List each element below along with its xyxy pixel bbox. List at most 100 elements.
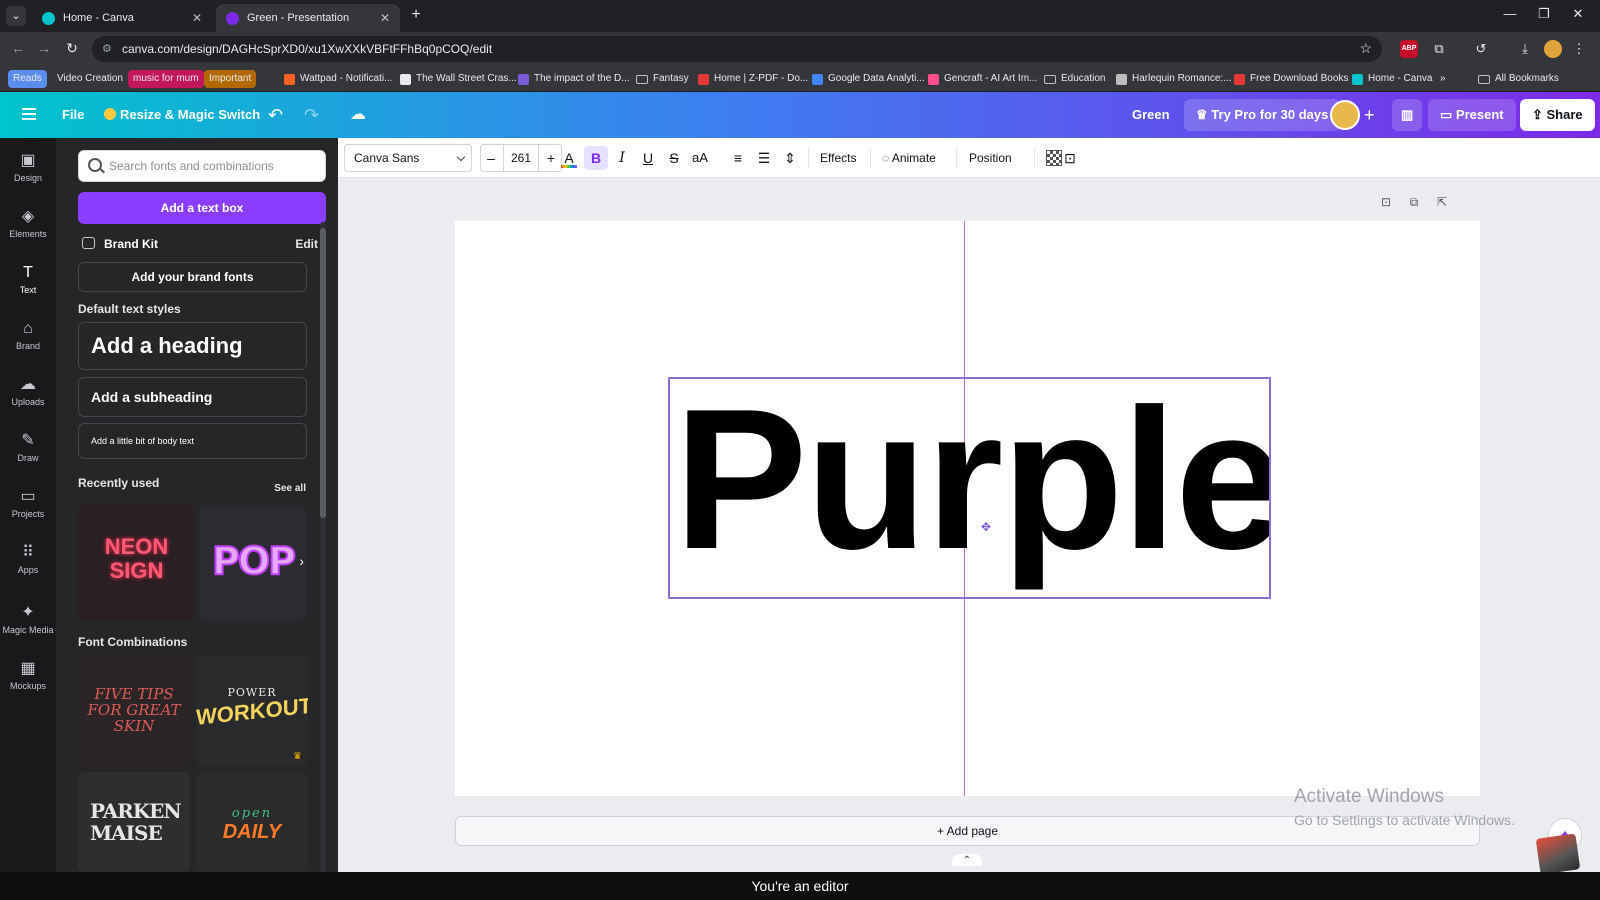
effects-button[interactable]: Effects: [820, 146, 856, 170]
redo-icon[interactable]: ↷: [304, 92, 319, 138]
forward-icon[interactable]: →: [34, 40, 54, 56]
font-search[interactable]: [78, 150, 326, 182]
url-field[interactable]: ⚙ canva.com/design/DAGHcSprXD0/xu1XwXXkV…: [92, 36, 1382, 62]
bookmark-item[interactable]: Education: [1044, 70, 1105, 88]
browser-menu-icon[interactable]: ⋮: [1570, 40, 1588, 58]
file-menu[interactable]: File: [62, 92, 84, 138]
user-avatar[interactable]: [1330, 100, 1360, 130]
font-combo-five-tips[interactable]: FIVE TIPS FOR GREAT SKIN: [78, 656, 190, 766]
bookmark-item[interactable]: music for mum: [128, 70, 204, 88]
present-button[interactable]: ▭ Present: [1428, 99, 1516, 131]
brand-kit-edit-link[interactable]: Edit: [295, 237, 318, 251]
adblock-extension-icon[interactable]: ABP: [1400, 40, 1418, 58]
add-brand-fonts-button[interactable]: Add your brand fonts: [78, 262, 307, 292]
bookmark-item[interactable]: Home | Z-PDF - Do...: [698, 70, 808, 88]
underline-icon[interactable]: U: [636, 146, 660, 170]
letter-case-icon[interactable]: aA: [688, 146, 712, 170]
cloud-save-icon[interactable]: ☁: [350, 92, 366, 138]
bookmark-item[interactable]: Fantasy: [636, 70, 689, 88]
extensions-icon[interactable]: ⧉: [1430, 40, 1448, 58]
pop-template[interactable]: POP ›: [200, 505, 306, 621]
new-tab-icon[interactable]: +: [406, 6, 426, 24]
back-icon[interactable]: ←: [8, 40, 28, 56]
chevron-up-icon[interactable]: ⌃: [952, 854, 982, 866]
window-close-icon[interactable]: ✕: [1568, 6, 1588, 22]
add-collaborator-icon[interactable]: +: [1364, 92, 1375, 138]
bookmark-star-icon[interactable]: ☆: [1359, 40, 1372, 57]
see-all-link[interactable]: See all: [274, 483, 306, 494]
font-combo-power-workout[interactable]: POWER WORKOUT ♛: [196, 656, 308, 766]
align-center-icon[interactable]: ≡: [726, 146, 750, 170]
restore-icon[interactable]: ❐: [1534, 6, 1554, 22]
reload-icon[interactable]: ↻: [62, 40, 82, 57]
list-icon[interactable]: ☰: [752, 146, 776, 170]
bookmark-item[interactable]: Reads: [8, 70, 47, 88]
rail-item-mockups[interactable]: ▦ Mockups: [0, 652, 56, 704]
try-pro-button[interactable]: ♛ Try Pro for 30 days: [1184, 99, 1341, 131]
close-icon[interactable]: ✕: [192, 11, 202, 25]
rail-item-text[interactable]: T Text: [0, 256, 56, 308]
bookmark-item[interactable]: The impact of the D...: [518, 70, 630, 88]
add-page-icon[interactable]: ⇱: [1434, 194, 1450, 210]
profile-avatar[interactable]: [1544, 40, 1562, 58]
resize-magic-switch-button[interactable]: Resize & Magic Switch: [104, 92, 260, 138]
rail-item-apps[interactable]: ⠿ Apps: [0, 536, 56, 588]
rail-item-draw[interactable]: ✎ Draw: [0, 424, 56, 476]
design-title[interactable]: Green: [1132, 92, 1170, 138]
rail-item-magic-media[interactable]: ✦ Magic Media: [0, 596, 56, 648]
history-icon[interactable]: ↺: [1472, 40, 1490, 58]
selected-text-box[interactable]: Purple: [668, 377, 1271, 599]
slide-text[interactable]: Purple: [674, 379, 1269, 595]
share-button[interactable]: ⇪ Share: [1520, 99, 1595, 131]
rail-item-projects[interactable]: ▭ Projects: [0, 480, 56, 532]
lock-page-icon[interactable]: ⊡: [1378, 194, 1394, 210]
text-color-icon[interactable]: A: [557, 146, 581, 170]
font-size-input[interactable]: 261: [503, 145, 539, 171]
bookmark-item[interactable]: Video Creation: [52, 70, 128, 88]
lock-icon[interactable]: ⊡: [1058, 146, 1082, 170]
bookmark-item[interactable]: The Wall Street Cras...: [400, 70, 517, 88]
add-subheading-button[interactable]: Add a subheading: [78, 377, 307, 417]
spacing-icon[interactable]: ⇕: [778, 146, 802, 170]
italic-icon[interactable]: I: [610, 146, 634, 170]
undo-icon[interactable]: ↶: [268, 92, 283, 138]
more-bookmarks-icon[interactable]: »: [1440, 70, 1446, 88]
add-body-text-button[interactable]: Add a little bit of body text: [78, 423, 307, 459]
decrease-size-button[interactable]: –: [481, 145, 501, 171]
menu-icon[interactable]: [22, 108, 36, 120]
rail-item-brand[interactable]: ⌂ Brand: [0, 312, 56, 364]
chevron-right-icon[interactable]: ›: [299, 553, 304, 569]
bookmark-item[interactable]: Google Data Analyti...: [812, 70, 925, 88]
bold-icon[interactable]: B: [584, 146, 608, 170]
download-icon[interactable]: ⤓: [1516, 40, 1534, 58]
animate-button[interactable]: ◌ Animate: [882, 146, 936, 170]
insights-icon[interactable]: ▥: [1392, 99, 1423, 131]
bookmark-item[interactable]: Wattpad - Notificati...: [284, 70, 392, 88]
font-family-select[interactable]: Canva Sans: [344, 144, 472, 172]
strikethrough-icon[interactable]: S: [662, 146, 686, 170]
bookmark-item[interactable]: All Bookmarks: [1478, 70, 1559, 88]
neon-sign-template[interactable]: NEON SIGN: [78, 505, 195, 621]
rail-item-design[interactable]: ▣ Design: [0, 144, 56, 196]
close-icon[interactable]: ✕: [380, 11, 390, 25]
panel-scrollbar-thumb[interactable]: [320, 228, 326, 518]
position-button[interactable]: Position: [969, 146, 1012, 170]
tab-home-canva[interactable]: Home - Canva ✕: [32, 4, 212, 32]
bookmark-item[interactable]: Harlequin Romance:...: [1116, 70, 1232, 88]
minimize-icon[interactable]: —: [1500, 6, 1520, 21]
font-combo-parken-maise[interactable]: PARKEN MAISE: [78, 772, 190, 872]
bookmark-item[interactable]: Gencraft - AI Art Im...: [928, 70, 1037, 88]
tab-green-presentation[interactable]: Green - Presentation ✕: [216, 4, 400, 32]
rail-item-elements[interactable]: ◈ Elements: [0, 200, 56, 252]
bookmark-item[interactable]: Important: [204, 70, 257, 88]
tab-search-menu-icon[interactable]: ⌄: [6, 6, 26, 26]
slide-page[interactable]: Purple ✥: [455, 221, 1480, 796]
rail-item-uploads[interactable]: ☁ Uploads: [0, 368, 56, 420]
bookmark-item[interactable]: Home - Canva: [1352, 70, 1432, 88]
bookmark-item[interactable]: Free Download Books: [1234, 70, 1348, 88]
font-combo-open-daily[interactable]: open DAILY: [196, 772, 308, 872]
site-info-icon[interactable]: ⚙: [102, 42, 116, 56]
search-input[interactable]: [109, 151, 319, 181]
add-heading-button[interactable]: Add a heading: [78, 322, 307, 370]
duplicate-page-icon[interactable]: ⧉: [1406, 194, 1422, 210]
